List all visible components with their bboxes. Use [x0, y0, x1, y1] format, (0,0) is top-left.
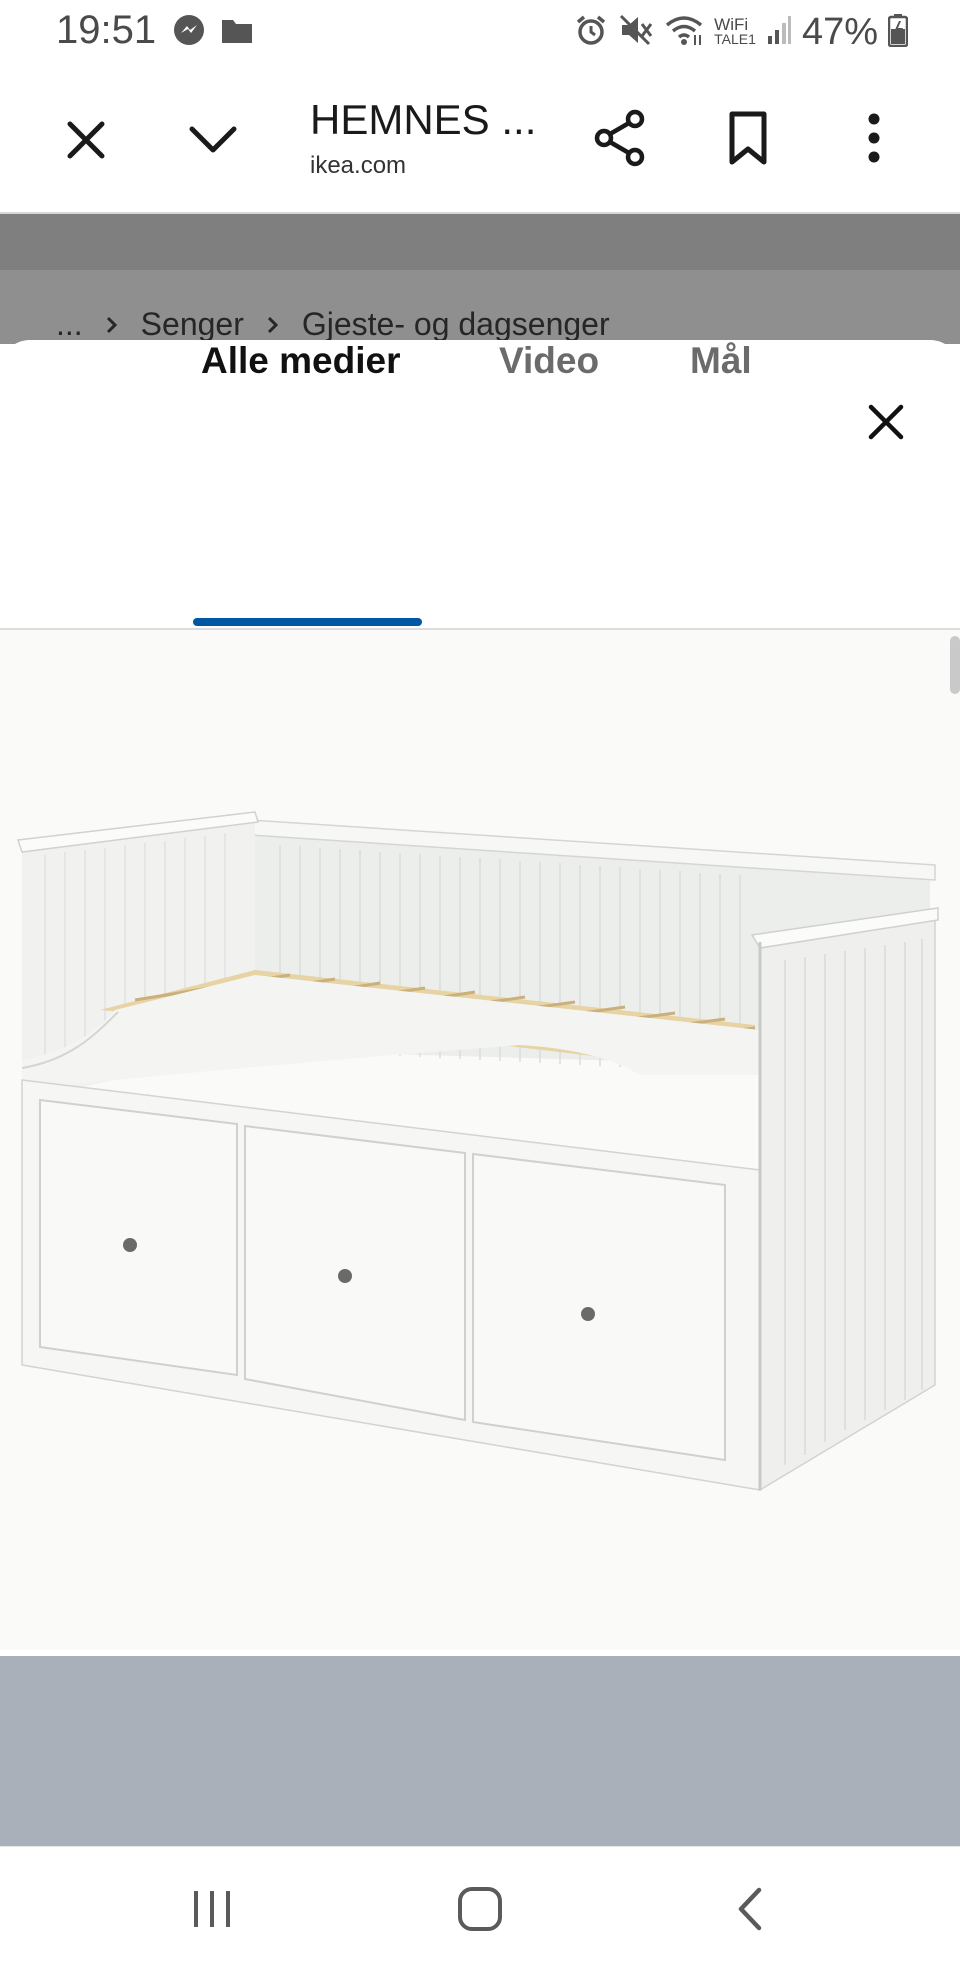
status-icons-right: WiFi TALE1 47% [574, 10, 909, 54]
tab-mal[interactable]: Mål [690, 340, 752, 382]
status-bar: 19:51 WiFi TALE1 47% [0, 0, 960, 64]
wifi-label-top: WiFi [714, 15, 749, 34]
tab-alle-medier[interactable]: Alle medier [201, 340, 400, 382]
notification-icons [172, 14, 254, 50]
share-icon[interactable] [588, 106, 652, 170]
media-tabs: Alle medier Video Mål [0, 340, 960, 430]
breadcrumb-item: ... [56, 306, 83, 342]
breadcrumb-item: Senger [140, 306, 244, 342]
chevron-down-icon[interactable] [182, 110, 244, 170]
wifi-icon [664, 13, 704, 52]
alarm-icon [574, 13, 608, 52]
wifi-label: WiFi TALE1 [714, 15, 756, 47]
page-url[interactable]: ikea.com [310, 152, 406, 180]
close-icon[interactable] [56, 110, 116, 170]
battery-percent: 47% [801, 10, 878, 53]
home-icon[interactable] [448, 1877, 512, 1941]
daybed-illustration [16, 811, 939, 1492]
tab-video[interactable]: Video [499, 340, 599, 382]
active-tab-indicator [193, 618, 422, 626]
chevron-right-icon [105, 306, 119, 343]
background-page-strip [0, 214, 960, 270]
folder-icon [220, 15, 254, 50]
bookmark-icon[interactable] [716, 106, 780, 170]
custom-tab-toolbar: HEMNES ... ikea.com [0, 64, 960, 214]
messenger-icon [172, 13, 206, 52]
page-title[interactable]: HEMNES ... [310, 96, 536, 144]
mute-icon [618, 13, 654, 52]
breadcrumb-item: Gjeste- og dagsenger [301, 306, 610, 342]
wifi-label-bottom: TALE1 [714, 31, 756, 47]
back-icon[interactable] [718, 1877, 782, 1941]
signal-icon [766, 14, 792, 51]
system-nav-bar [0, 1846, 960, 1973]
scrollbar-thumb[interactable] [950, 636, 960, 694]
product-image[interactable] [0, 630, 960, 1650]
recents-icon[interactable] [180, 1877, 244, 1941]
more-vert-icon[interactable] [842, 106, 906, 170]
media-modal: Alle medier Video Mål [0, 340, 960, 1846]
chevron-right-icon [266, 306, 280, 343]
media-thumbnail-strip[interactable] [0, 1656, 960, 1846]
modal-close-icon[interactable] [854, 390, 918, 454]
battery-icon [887, 13, 909, 52]
breadcrumb: ... Senger Gjeste- og dagsenger [56, 306, 610, 343]
status-time: 19:51 [56, 8, 157, 52]
